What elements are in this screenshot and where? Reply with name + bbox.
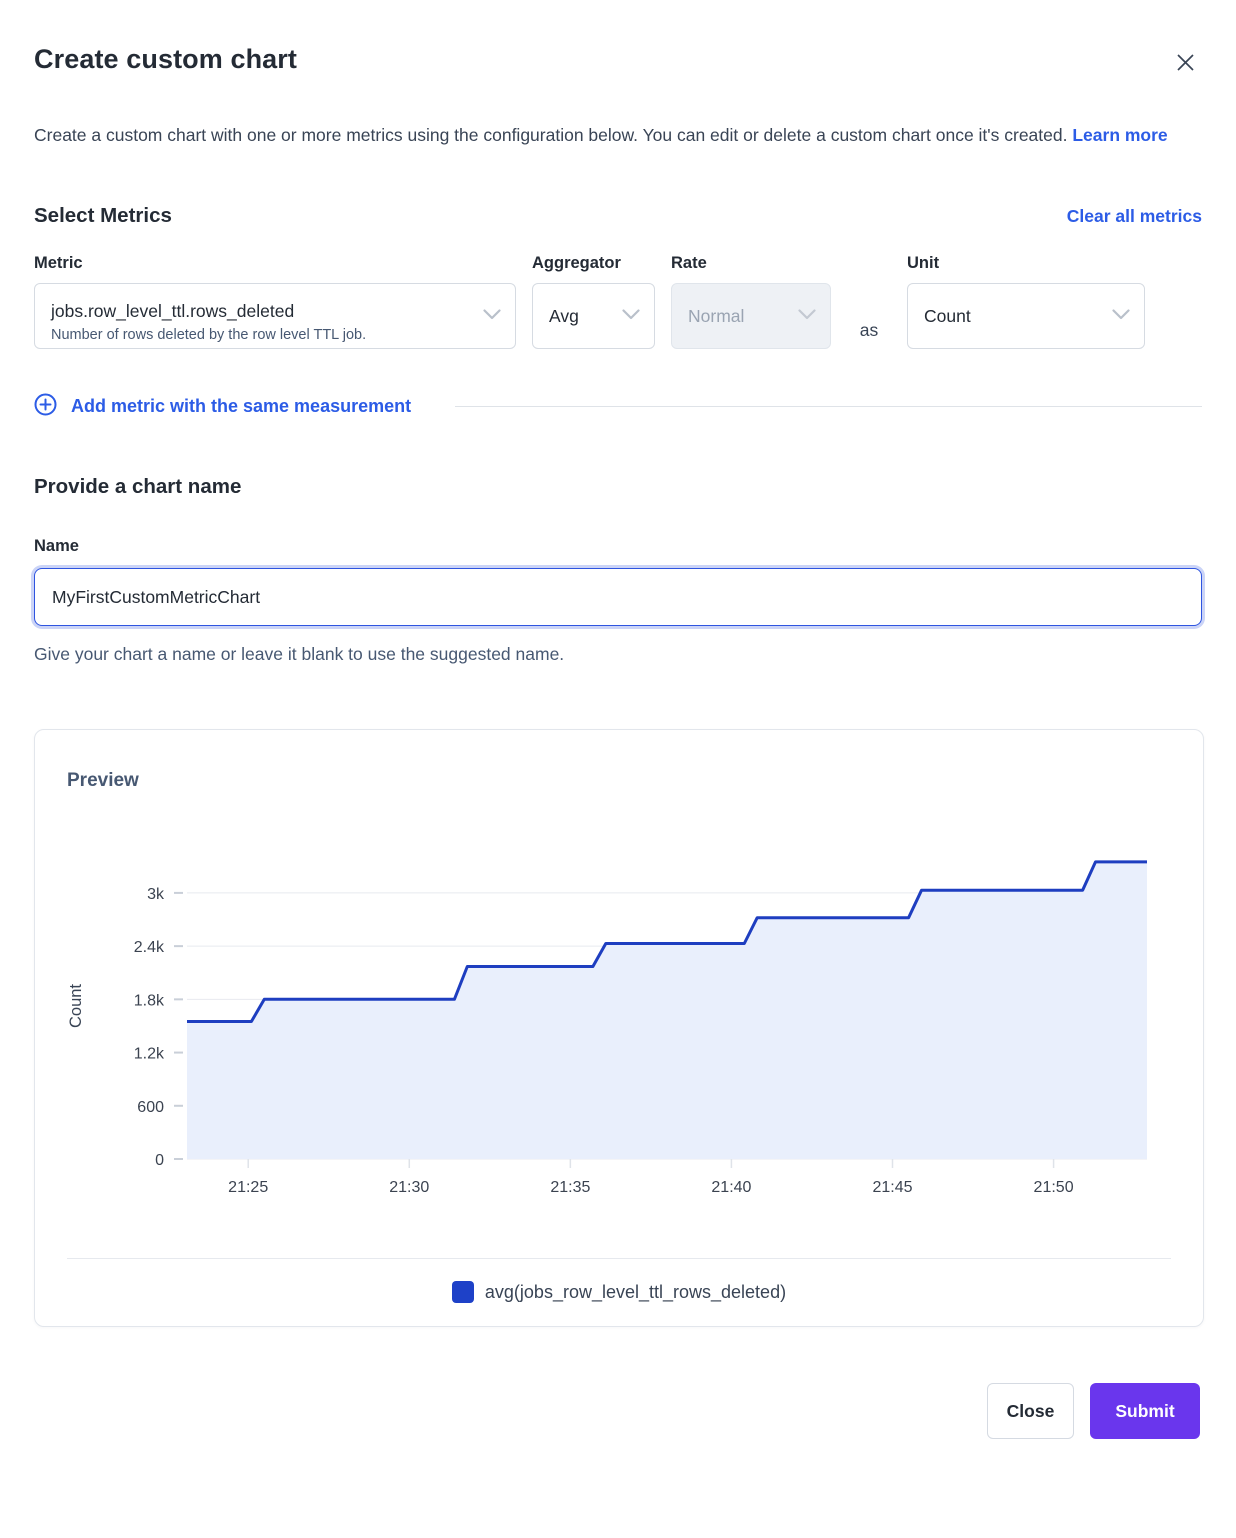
add-metric-button[interactable]: Add metric with the same measurement <box>34 393 411 419</box>
preview-chart-svg: 0 600 1.2k 1.8k 2.4k 3k 21:25 21:30 21:35 21:40 21… <box>35 828 1203 1200</box>
x-tick-label: 21:30 <box>389 1179 429 1196</box>
rate-label: Rate <box>671 254 831 273</box>
metric-select-description: Number of rows deleted by the row level … <box>51 327 475 343</box>
divider <box>67 1258 1171 1259</box>
preview-heading: Preview <box>35 770 1203 792</box>
series-area <box>187 862 1147 1159</box>
preview-card: Preview 0 600 1.2k 1.8k 2.4k 3k 21:25 21:30 21:3… <box>34 729 1204 1327</box>
submit-button[interactable]: Submit <box>1090 1383 1200 1439</box>
select-metrics-header-row: Select Metrics Clear all metrics <box>34 204 1202 228</box>
y-tick-label: 3k <box>147 886 165 903</box>
x-tick-label: 21:25 <box>228 1179 268 1196</box>
x-tick-label: 21:50 <box>1034 1179 1074 1196</box>
modal-footer: Close Submit <box>34 1383 1202 1439</box>
close-icon[interactable] <box>1169 46 1202 82</box>
metric-select-value: jobs.row_level_ttl.rows_deleted <box>51 301 475 322</box>
modal-header: Create custom chart <box>34 44 1202 82</box>
metric-label: Metric <box>34 254 516 273</box>
name-label: Name <box>34 537 1202 556</box>
y-tick-label: 0 <box>155 1152 164 1169</box>
clear-all-metrics-link[interactable]: Clear all metrics <box>1067 206 1202 227</box>
rate-select: Normal <box>671 283 831 349</box>
close-button[interactable]: Close <box>987 1383 1074 1439</box>
x-tick-label: 21:45 <box>872 1179 912 1196</box>
aggregator-label: Aggregator <box>532 254 655 273</box>
metric-config-row: Metric Aggregator Rate Unit jobs.row_lev… <box>34 254 1202 349</box>
unit-select-value: Count <box>924 306 971 327</box>
y-tick-label: 1.2k <box>134 1046 165 1063</box>
chevron-down-icon <box>798 307 816 325</box>
chart-name-input[interactable] <box>34 568 1202 626</box>
chevron-down-icon <box>1112 307 1130 325</box>
x-tick-label: 21:40 <box>711 1179 751 1196</box>
as-text: as <box>847 320 891 349</box>
chevron-down-icon <box>622 307 640 325</box>
chart-name-heading: Provide a chart name <box>34 475 1202 499</box>
modal-title: Create custom chart <box>34 44 297 75</box>
add-metric-row: Add metric with the same measurement <box>34 393 1202 419</box>
chevron-down-icon <box>483 307 501 325</box>
unit-select[interactable]: Count <box>907 283 1145 349</box>
add-metric-label: Add metric with the same measurement <box>71 396 411 417</box>
legend-label: avg(jobs_row_level_ttl_rows_deleted) <box>485 1282 786 1303</box>
modal-description: Create a custom chart with one or more m… <box>34 116 1194 154</box>
rate-select-value: Normal <box>688 306 744 327</box>
description-text: Create a custom chart with one or more m… <box>34 125 1067 145</box>
aggregator-select[interactable]: Avg <box>532 283 655 349</box>
y-tick-label: 600 <box>137 1099 164 1116</box>
aggregator-select-value: Avg <box>549 306 579 327</box>
create-custom-chart-modal: Create custom chart Create a custom char… <box>0 0 1236 1439</box>
select-metrics-heading: Select Metrics <box>34 204 172 228</box>
x-tick-label: 21:35 <box>550 1179 590 1196</box>
y-tick-label: 2.4k <box>134 939 165 956</box>
y-tick-label: 1.8k <box>134 992 165 1009</box>
chart-legend: avg(jobs_row_level_ttl_rows_deleted) <box>35 1281 1203 1303</box>
name-helper-text: Give your chart a name or leave it blank… <box>34 644 1202 665</box>
y-axis-label: Count <box>67 984 85 1028</box>
preview-chart: 0 600 1.2k 1.8k 2.4k 3k 21:25 21:30 21:35 21:40 21… <box>35 828 1203 1205</box>
unit-label: Unit <box>907 254 1145 273</box>
legend-swatch <box>452 1281 474 1303</box>
plus-circle-icon <box>34 393 57 419</box>
metric-select[interactable]: jobs.row_level_ttl.rows_deleted Number o… <box>34 283 516 349</box>
learn-more-link[interactable]: Learn more <box>1072 125 1167 145</box>
divider <box>455 406 1202 407</box>
